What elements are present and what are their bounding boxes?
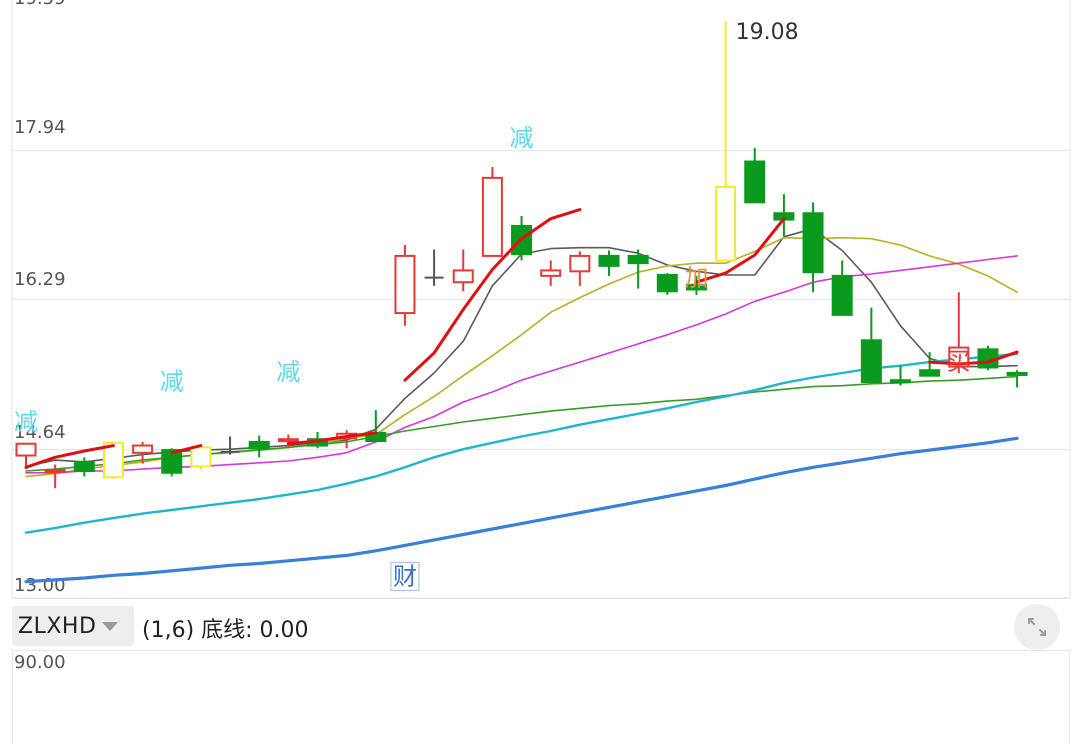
candle-body [190,446,212,468]
candle-body [627,254,649,265]
marker-cyan: 减 [14,408,38,436]
indicator-panel [12,650,1070,744]
candle-body [569,254,591,273]
expand-button[interactable] [1014,604,1060,650]
candle-body [802,212,824,274]
candle-body [890,379,911,384]
marker-cyan: 减 [510,124,534,152]
signal-segment [24,444,115,469]
y-tick-16-29: 16.29 [14,269,66,290]
y-tick-17-94: 17.94 [14,117,66,138]
indicator-bar: ZLXHD (1,6) 底线: 0.00 [0,600,1080,652]
candle-body [248,440,270,450]
candle-body [598,254,620,267]
candle-body [44,469,66,474]
chevron-down-icon [102,621,119,631]
grid [11,0,1071,599]
candle-body [394,254,416,315]
candle-body [919,369,941,377]
indicator-name: ZLXHD [18,613,97,639]
y-tick-top-partial: 19.59 [14,0,66,9]
candle-body [73,460,95,472]
candle-body [831,274,853,316]
moving-average-lines [24,227,1019,584]
marker-boxed: 财 [393,562,417,590]
candle-body [1006,371,1028,376]
candle-body [715,185,737,262]
candle-body [481,176,503,257]
expand-arrows-icon [1028,618,1046,636]
candle-body [744,160,766,204]
marker-cyan: 减 [160,367,184,395]
candle-body [452,269,474,284]
y-axis-labels: 19.59 17.94 16.29 14.64 13.00 [14,0,66,596]
candle-body [15,442,37,457]
indicator-params: (1,6) 底线: 0.00 [142,618,309,643]
candle-body [132,444,154,454]
marker-red: 买 [947,347,971,375]
indicator-select[interactable]: ZLXHD [12,606,134,646]
candlesticks [15,20,1028,489]
peak-price-label: 19.08 [736,20,799,45]
candle-body [277,438,299,443]
candle-body [656,273,678,293]
annotations: 减减 减减加买财19.08 [14,20,971,591]
price-chart: 19.59 17.94 16.29 14.64 13.00 减减减减加买财19.… [11,0,1071,599]
indicator-max-label: 90.00 [14,652,66,673]
candle-body [540,269,562,277]
marker-orange: 加 [684,264,708,292]
marker-cyan: 减 [276,358,300,386]
candle-body [860,339,882,384]
